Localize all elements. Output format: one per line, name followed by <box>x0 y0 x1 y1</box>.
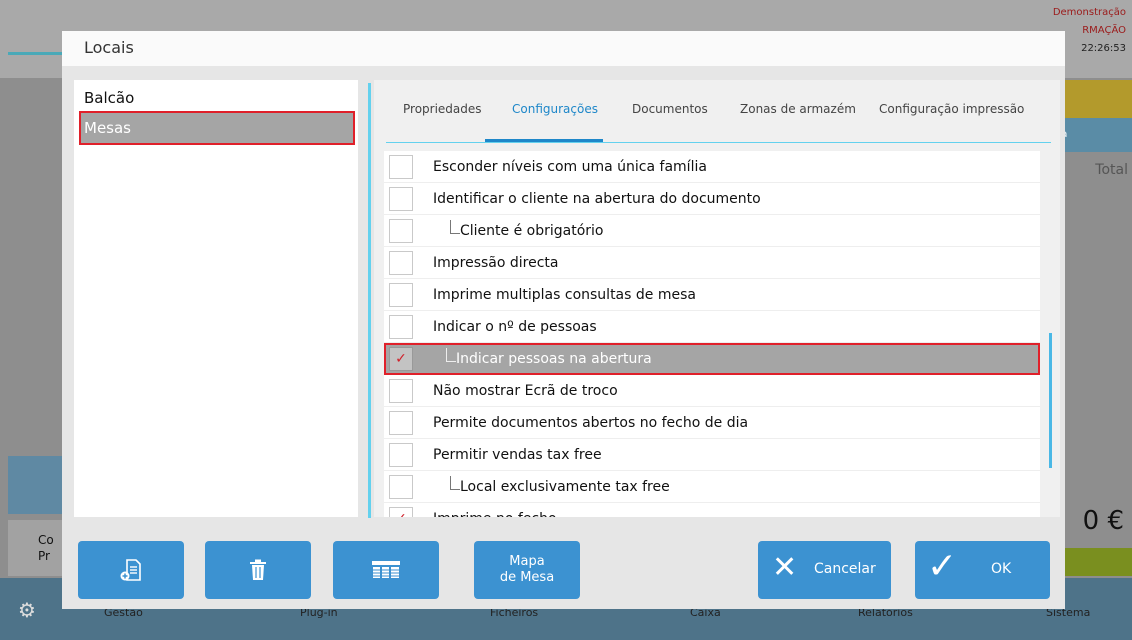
setting-checkbox[interactable] <box>389 283 413 307</box>
tree-connector-icon <box>450 476 460 490</box>
trash-icon <box>250 559 266 580</box>
app-left-button-label: Co Pr <box>38 533 54 563</box>
setting-row-selected[interactable]: ✓ Indicar pessoas na abertura <box>384 343 1040 375</box>
setting-row[interactable]: Indicar o nº de pessoas <box>384 311 1040 343</box>
ok-button[interactable]: ✓ OK <box>915 541 1050 599</box>
check-icon: ✓ <box>395 511 407 517</box>
setting-checkbox[interactable] <box>389 219 413 243</box>
table-map-label: Mapa de Mesa <box>499 554 555 585</box>
setting-checkbox[interactable] <box>389 155 413 179</box>
app-left-button <box>8 456 63 514</box>
cancel-label: Cancelar <box>814 561 876 577</box>
setting-row[interactable]: Local exclusivamente tax free <box>384 471 1040 503</box>
tab-documentos[interactable]: Documentos <box>632 92 708 126</box>
tab-configuracao-impressao[interactable]: Configuração impressão <box>879 92 1024 126</box>
setting-checkbox[interactable] <box>389 251 413 275</box>
cancel-button[interactable]: ✕ Cancelar <box>758 541 891 599</box>
setting-label: Local exclusivamente tax free <box>460 479 670 495</box>
setting-row[interactable]: ✓ Imprime no fecho <box>384 503 1040 517</box>
setting-label: Identificar o cliente na abertura do doc… <box>433 191 761 207</box>
setting-checkbox[interactable] <box>389 475 413 499</box>
setting-checkbox[interactable] <box>389 187 413 211</box>
check-icon: ✓ <box>395 351 407 367</box>
setting-label: Esconder níveis com uma única família <box>433 159 707 175</box>
tab-bar: Propriedades Configurações Documentos Zo… <box>386 92 1056 128</box>
location-item-balcao[interactable]: Balcão <box>80 82 354 114</box>
setting-row[interactable]: Esconder níveis com uma única família <box>384 151 1040 183</box>
setting-row[interactable]: Não mostrar Ecrã de troco <box>384 375 1040 407</box>
gear-icon: ⚙ <box>18 598 36 622</box>
location-item-mesas[interactable]: Mesas <box>79 111 355 145</box>
setting-label: Imprime no fecho <box>433 503 557 517</box>
setting-row[interactable]: Impressão directa <box>384 247 1040 279</box>
new-document-icon <box>120 559 141 581</box>
new-location-button[interactable] <box>78 541 184 599</box>
locations-dialog: Locais Balcão Mesas Propriedades Configu… <box>62 31 1065 609</box>
setting-row[interactable]: Permitir vendas tax free <box>384 439 1040 471</box>
app-accent-bar <box>8 52 68 55</box>
setting-label: Impressão directa <box>433 255 559 271</box>
setting-checkbox[interactable] <box>389 379 413 403</box>
tab-separator <box>386 142 1051 143</box>
dialog-title: Locais <box>84 38 134 57</box>
table-map-button[interactable]: Mapa de Mesa <box>474 541 580 599</box>
setting-label: Permite documentos abertos no fecho de d… <box>433 415 749 431</box>
dialog-header: Locais <box>62 31 1065 66</box>
tree-connector-icon <box>446 348 456 362</box>
locations-list: Balcão Mesas <box>74 80 358 517</box>
panel-divider <box>368 83 371 518</box>
setting-label: Não mostrar Ecrã de troco <box>433 383 618 399</box>
tab-configuracoes[interactable]: Configurações <box>512 92 598 126</box>
settings-list: Esconder níveis com uma única família Id… <box>384 151 1040 517</box>
tab-zonas-armazem[interactable]: Zonas de armazém <box>740 92 856 126</box>
app-total-amount: 0 € <box>1082 506 1124 536</box>
app-total-label: Total <box>1095 162 1128 178</box>
setting-checkbox-checked[interactable]: ✓ <box>389 507 413 517</box>
setting-label: Permitir vendas tax free <box>433 447 602 463</box>
check-icon: ✓ <box>927 546 958 587</box>
table-layout-button[interactable] <box>333 541 439 599</box>
setting-row[interactable]: Identificar o cliente na abertura do doc… <box>384 183 1040 215</box>
delete-location-button[interactable] <box>205 541 311 599</box>
ok-label: OK <box>991 561 1012 577</box>
setting-checkbox[interactable] <box>389 411 413 435</box>
setting-label: Cliente é obrigatório <box>460 223 604 239</box>
tab-propriedades[interactable]: Propriedades <box>403 92 482 126</box>
settings-scrollbar[interactable] <box>1049 333 1052 468</box>
setting-label: Indicar pessoas na abertura <box>456 351 652 367</box>
setting-row[interactable]: Cliente é obrigatório <box>384 215 1040 247</box>
setting-label: Imprime multiplas consultas de mesa <box>433 287 696 303</box>
close-icon: ✕ <box>772 550 798 585</box>
setting-checkbox[interactable] <box>389 315 413 339</box>
location-details-panel: Propriedades Configurações Documentos Zo… <box>374 80 1060 517</box>
setting-checkbox[interactable] <box>389 443 413 467</box>
app-left-button-2: Co Pr <box>8 520 63 576</box>
tree-connector-icon <box>450 220 460 234</box>
setting-row[interactable]: Permite documentos abertos no fecho de d… <box>384 407 1040 439</box>
setting-checkbox-checked[interactable]: ✓ <box>389 347 413 371</box>
tables-grid-icon <box>372 561 400 578</box>
setting-row[interactable]: Imprime multiplas consultas de mesa <box>384 279 1040 311</box>
setting-label: Indicar o nº de pessoas <box>433 319 597 335</box>
app-status-text: Demonstração <box>1052 7 1126 18</box>
